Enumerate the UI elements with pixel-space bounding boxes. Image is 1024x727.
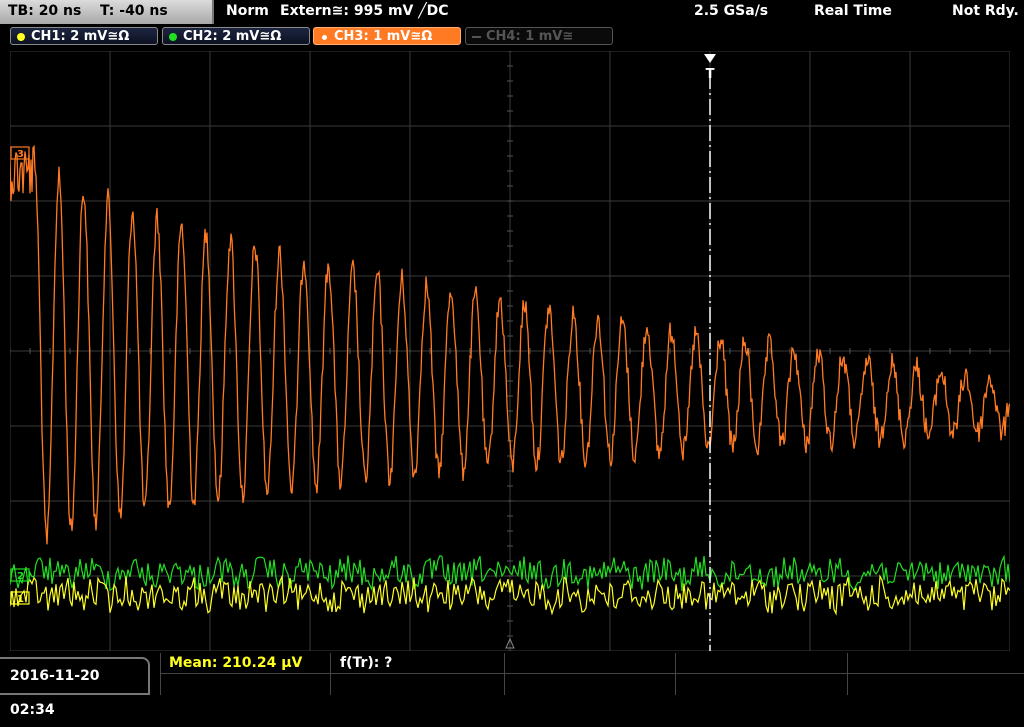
ch2-indicator-icon [169,33,177,41]
ch4-button[interactable]: CH4: 1 mV≅ [465,27,613,45]
status-bar: TB: 20 ns T: -40 ns Norm Extern≅: 995 mV… [0,0,1024,24]
ch1-marker-label: 1 [17,594,24,605]
ch4-indicator-icon [472,36,481,38]
ch1-indicator-icon [17,33,25,41]
acquisition-state: Not Rdy. [952,3,1019,19]
timebase-label: TB: 20 ns [8,3,82,19]
ch2-button[interactable]: CH2: 2 mV≅Ω [162,27,310,45]
ch1-button[interactable]: CH1: 2 mV≅Ω [10,27,158,45]
measurement-divider [160,673,1024,674]
ch3-button[interactable]: CH3: 1 mV≅Ω [313,27,461,45]
waveform-display[interactable]: T 3 2 1 [10,51,1010,651]
acquisition-mode: Real Time [814,3,892,19]
measurement-table[interactable]: Mean: 210.24 µV f(Tr): ? [160,653,1024,695]
trigger-source[interactable]: Extern≅: 995 mV ╱DC [280,3,449,19]
measurement-divider [160,653,161,695]
ch2-marker-label: 2 [17,571,24,582]
measurement-mean[interactable]: Mean: 210.24 µV [169,655,302,671]
sample-rate: 2.5 GSa/s [694,3,769,19]
ch4-label: CH4: 1 mV≅ [486,29,574,44]
measurement-divider [675,653,676,695]
measurement-divider [330,653,331,695]
trigger-mode[interactable]: Norm [226,3,269,19]
ch3-marker-label: 3 [17,149,24,160]
trigger-time-label: T: -40 ns [100,3,168,19]
footer-bar: 2016-11-20 02:34 Mean: 210.24 µV f(Tr): … [0,651,1024,718]
trigger-marker: T [706,67,715,82]
ch2-label: CH2: 2 mV≅Ω [183,29,282,44]
measurement-divider [847,653,848,695]
ch1-label: CH1: 2 mV≅Ω [31,29,130,44]
ch3-label: CH3: 1 mV≅Ω [334,29,433,44]
ch3-indicator-icon [320,33,329,42]
channel-bar: CH1: 2 mV≅Ω CH2: 2 mV≅Ω CH3: 1 mV≅Ω CH4:… [0,24,1024,50]
measurement-divider [504,653,505,695]
datetime-box: 2016-11-20 02:34 [0,657,150,718]
timebase-box[interactable]: TB: 20 ns T: -40 ns [0,0,214,24]
measurement-rise-freq[interactable]: f(Tr): ? [340,655,392,671]
